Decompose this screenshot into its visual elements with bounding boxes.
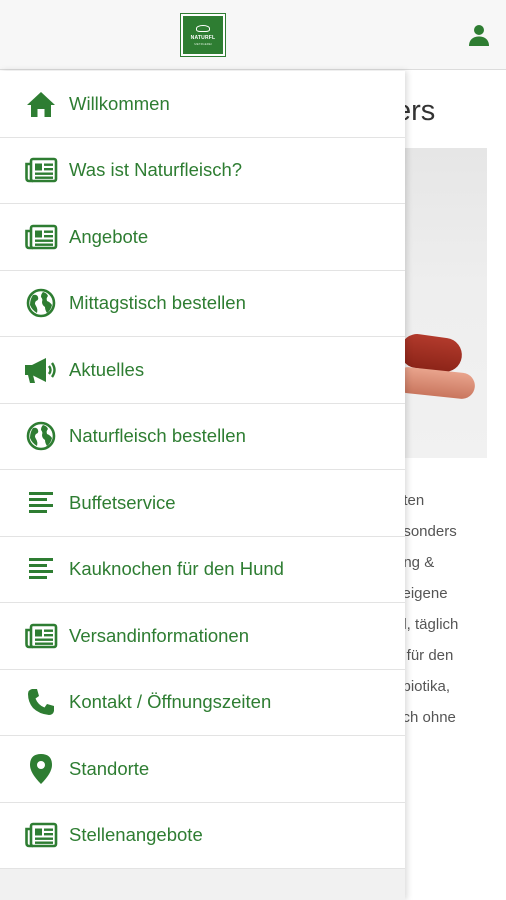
- nav-item-angebote[interactable]: Angebote: [0, 204, 405, 271]
- nav-item-standorte[interactable]: Standorte: [0, 736, 405, 803]
- nav-item-label: Willkommen: [69, 92, 170, 114]
- user-icon: [469, 25, 489, 46]
- app-header: NATURFL METZGEREI: [0, 0, 506, 70]
- globe-icon: [21, 420, 61, 452]
- navigation-drawer: Willkommen Was ist Naturfleisch? Angebot…: [0, 71, 405, 900]
- home-icon: [21, 88, 61, 120]
- brand-logo[interactable]: NATURFL METZGEREI: [181, 14, 225, 56]
- nav-item-stellenangebote[interactable]: Stellenangebote: [0, 802, 405, 869]
- nav-item-label: Angebote: [69, 225, 149, 247]
- newspaper-icon: [21, 620, 61, 652]
- nav-item-label: Buffetservice: [69, 491, 176, 513]
- nav-item-mittagstisch-bestellen[interactable]: Mittagstisch bestellen: [0, 270, 405, 337]
- globe-icon: [21, 287, 61, 319]
- nav-item-kontakt[interactable]: Kontakt / Öffnungszeiten: [0, 669, 405, 736]
- newspaper-icon: [21, 221, 61, 253]
- sausage-shape: [395, 365, 477, 401]
- nav-item-label: Mittagstisch bestellen: [69, 292, 246, 314]
- nav-item-naturfleisch-bestellen[interactable]: Naturfleisch bestellen: [0, 403, 405, 470]
- megaphone-icon: [21, 354, 61, 386]
- nav-item-label: Standorte: [69, 757, 150, 779]
- product-image: [395, 148, 487, 458]
- nav-item-label: Naturfleisch bestellen: [69, 425, 246, 447]
- nav-item-versandinformationen[interactable]: Versandinformationen: [0, 603, 405, 670]
- newspaper-icon: [21, 819, 61, 851]
- nav-item-label: Stellenangebote: [69, 824, 203, 846]
- nav-item-kauknochen[interactable]: Kauknochen für den Hund: [0, 536, 405, 603]
- nav-item-label: Versandinformationen: [69, 624, 249, 646]
- logo-subtext: METZGEREI: [194, 41, 212, 46]
- nav-item-willkommen[interactable]: Willkommen: [0, 71, 405, 138]
- user-account-button[interactable]: [466, 22, 492, 48]
- newspaper-icon: [21, 154, 61, 186]
- nav-menu: Willkommen Was ist Naturfleisch? Angebot…: [0, 71, 405, 869]
- map-pin-icon: [21, 753, 61, 785]
- lines-icon: [21, 487, 61, 519]
- nav-item-aktuelles[interactable]: Aktuelles: [0, 337, 405, 404]
- phone-icon: [21, 686, 61, 718]
- nav-item-label: Was ist Naturfleisch?: [69, 159, 243, 181]
- nav-item-label: Aktuelles: [69, 358, 145, 380]
- logo-mark-icon: [196, 24, 210, 32]
- logo-text: NATURFL: [190, 34, 216, 41]
- nav-item-buffetservice[interactable]: Buffetservice: [0, 470, 405, 537]
- nav-item-was-ist-naturfleisch[interactable]: Was ist Naturfleisch?: [0, 137, 405, 204]
- nav-item-label: Kauknochen für den Hund: [69, 558, 284, 580]
- nav-item-label: Kontakt / Öffnungszeiten: [69, 691, 272, 713]
- lines-icon: [21, 553, 61, 585]
